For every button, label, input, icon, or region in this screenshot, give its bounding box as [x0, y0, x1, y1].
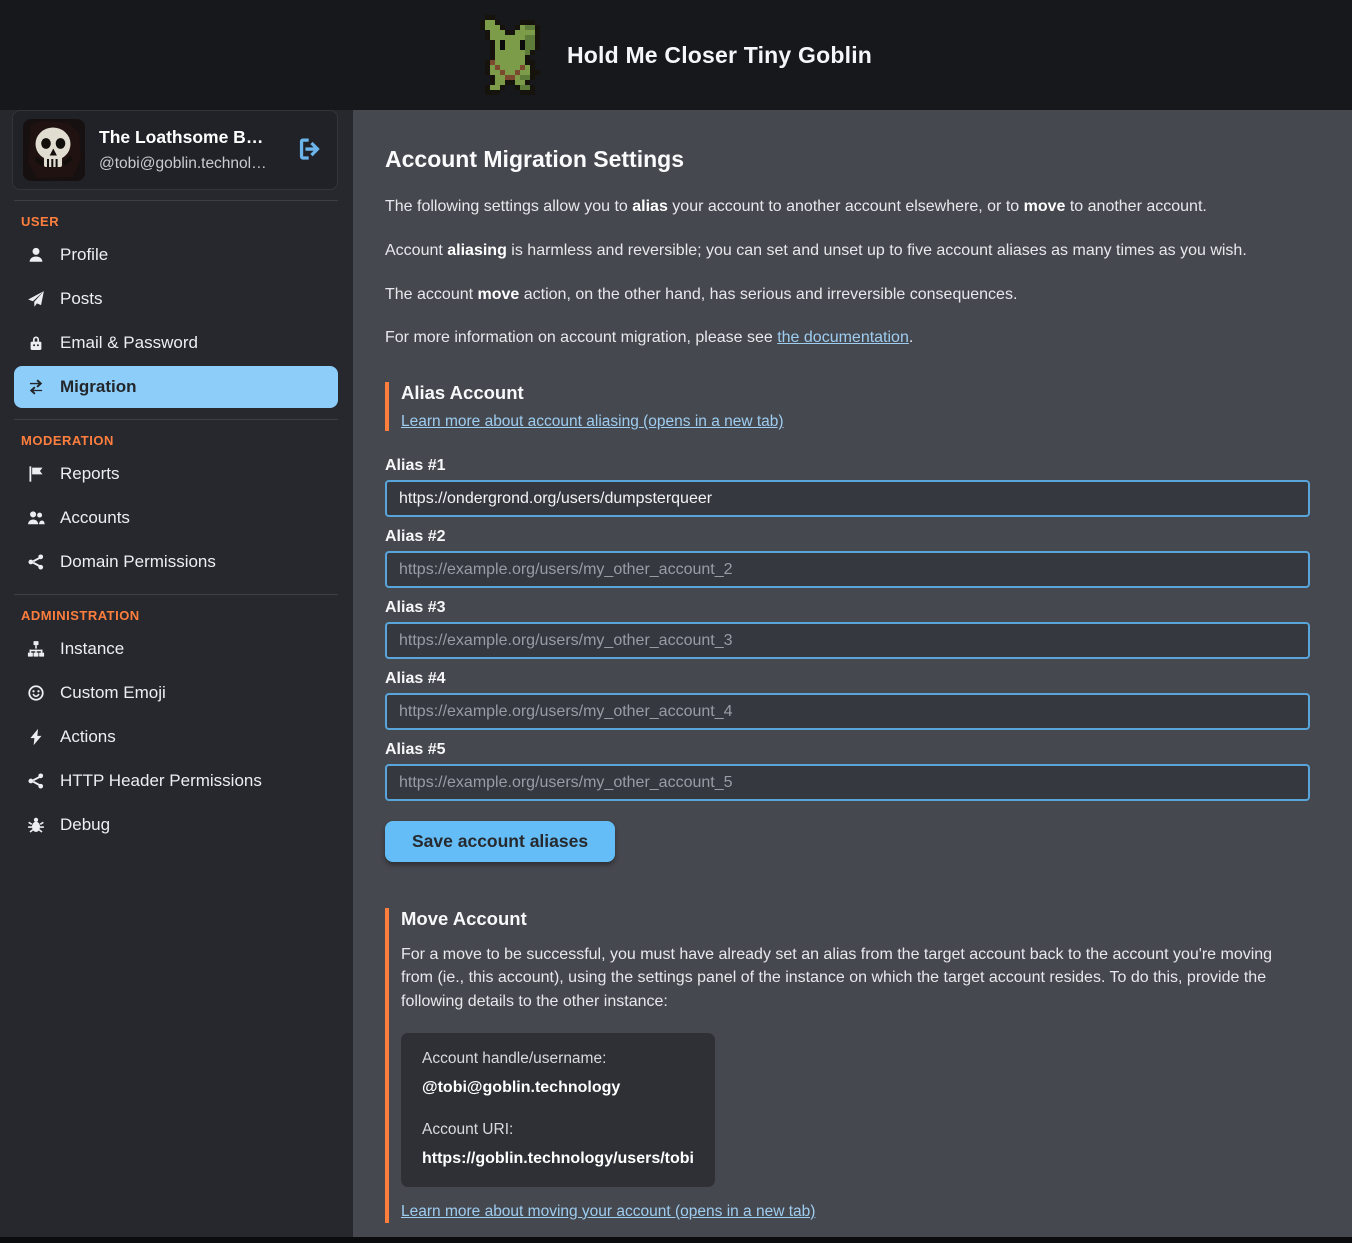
alias-field: Alias #2: [385, 528, 1310, 588]
sidebar-item-domain-permissions[interactable]: Domain Permissions: [14, 541, 338, 583]
logout-button[interactable]: [293, 136, 327, 165]
bug-icon: [26, 816, 45, 834]
user-meta: The Loathsome B… @tobi@goblin.technol…: [99, 127, 279, 173]
save-aliases-button[interactable]: Save account aliases: [385, 821, 615, 862]
sidebar-section-user: USER Profile Posts Email & Password Migratio…: [14, 200, 338, 419]
account-uri-value: https://goblin.technology/users/tobi: [422, 1150, 694, 1168]
main-panel: Account Migration Settings The following…: [353, 110, 1352, 1243]
sidebar-item-instance[interactable]: Instance: [14, 628, 338, 670]
sign-out-icon: [297, 136, 323, 165]
avatar: [23, 119, 85, 181]
sidebar-section-label: MODERATION: [21, 433, 338, 448]
bolt-icon: [26, 728, 45, 746]
account-uri-label: Account URI:: [422, 1121, 694, 1139]
intro-paragraph-2: Account aliasing is harmless and reversi…: [385, 241, 1310, 262]
documentation-link[interactable]: the documentation: [777, 329, 909, 346]
sidebar-item-reports[interactable]: Reports: [14, 453, 338, 495]
sidebar-item-http-header-permissions[interactable]: HTTP Header Permissions: [14, 760, 338, 802]
paper-plane-icon: [26, 290, 45, 308]
sidebar-item-label: Email & Password: [60, 333, 198, 353]
sidebar-section-label: ADMINISTRATION: [21, 608, 338, 623]
header: Hold Me Closer Tiny Goblin: [0, 0, 1352, 110]
goblin-logo-icon: [480, 15, 550, 95]
intro-paragraph-3: The account move action, on the other ha…: [385, 285, 1310, 306]
sidebar-item-email-password[interactable]: Email & Password: [14, 322, 338, 364]
alias-field-label: Alias #3: [385, 599, 1310, 617]
sidebar-item-label: Instance: [60, 639, 124, 659]
sidebar-item-actions[interactable]: Actions: [14, 716, 338, 758]
sidebar-item-label: Reports: [60, 464, 120, 484]
sidebar: The Loathsome B… @tobi@goblin.technol… U…: [0, 110, 353, 1243]
sidebar-item-label: Migration: [60, 377, 137, 397]
page-title: Account Migration Settings: [385, 146, 1310, 173]
sidebar-item-label: Accounts: [60, 508, 130, 528]
alias-field: Alias #3: [385, 599, 1310, 659]
alias-input[interactable]: [385, 622, 1310, 659]
instance-title: Hold Me Closer Tiny Goblin: [567, 42, 872, 69]
alias-docs-link[interactable]: Learn more about account aliasing (opens…: [401, 413, 784, 430]
transfer-icon: [26, 378, 45, 396]
alias-input[interactable]: [385, 764, 1310, 801]
alias-input[interactable]: [385, 480, 1310, 517]
sidebar-item-custom-emoji[interactable]: Custom Emoji: [14, 672, 338, 714]
alias-section: Alias Account Learn more about account a…: [385, 382, 1310, 862]
sidebar-item-debug[interactable]: Debug: [14, 804, 338, 846]
alias-field-label: Alias #1: [385, 457, 1310, 475]
flag-icon: [26, 465, 45, 483]
sidebar-section-label: USER: [21, 214, 338, 229]
alias-section-header: Alias Account Learn more about account a…: [385, 382, 1310, 431]
sidebar-nav: USER Profile Posts Email & Password Migratio…: [0, 200, 353, 857]
alias-field-label: Alias #2: [385, 528, 1310, 546]
intro-paragraph-1: The following settings allow you to alia…: [385, 197, 1310, 218]
account-handle-value: @tobi@goblin.technology: [422, 1079, 694, 1097]
viewport-bottom-edge: [0, 1237, 1352, 1243]
alias-input[interactable]: [385, 551, 1310, 588]
sidebar-item-accounts[interactable]: Accounts: [14, 497, 338, 539]
share-nodes-icon: [26, 772, 45, 790]
share-nodes-icon: [26, 553, 45, 571]
user-icon: [26, 246, 45, 264]
sidebar-item-label: Domain Permissions: [60, 552, 216, 572]
alias-field: Alias #1: [385, 457, 1310, 517]
smiley-icon: [26, 684, 45, 702]
sidebar-section-moderation: MODERATION Reports Accounts Domain Permissi…: [14, 419, 338, 594]
sidebar-item-label: Posts: [60, 289, 103, 309]
sidebar-item-label: Debug: [60, 815, 110, 835]
sidebar-item-label: Custom Emoji: [60, 683, 166, 703]
lock-icon: [26, 334, 45, 352]
display-name: The Loathsome B…: [99, 127, 279, 148]
sidebar-item-label: Actions: [60, 727, 116, 747]
account-handle-label: Account handle/username:: [422, 1050, 694, 1068]
move-details-box: Account handle/username: @tobi@goblin.te…: [401, 1033, 715, 1187]
instance-home-link[interactable]: Hold Me Closer Tiny Goblin: [480, 15, 872, 95]
sitemap-icon: [26, 640, 45, 658]
sidebar-item-migration[interactable]: Migration: [14, 366, 338, 408]
users-icon: [26, 509, 45, 527]
intro-paragraph-4: For more information on account migratio…: [385, 328, 1310, 349]
alias-field: Alias #5: [385, 741, 1310, 801]
alias-form: Alias #1 Alias #2 Alias #3 Alias #4 Alia…: [385, 457, 1310, 801]
move-description: For a move to be successful, you must ha…: [401, 943, 1286, 1013]
sidebar-section-administration: ADMINISTRATION Instance Custom Emoji Action…: [14, 594, 338, 857]
alias-input[interactable]: [385, 693, 1310, 730]
move-section-title: Move Account: [401, 908, 1310, 930]
sidebar-item-posts[interactable]: Posts: [14, 278, 338, 320]
move-docs-link[interactable]: Learn more about moving your account (op…: [401, 1203, 815, 1220]
user-card[interactable]: The Loathsome B… @tobi@goblin.technol…: [12, 110, 338, 190]
app-root: Hold Me Closer Tiny Goblin: [0, 0, 1352, 1243]
alias-field-label: Alias #4: [385, 670, 1310, 688]
sidebar-item-label: Profile: [60, 245, 108, 265]
alias-section-title: Alias Account: [401, 382, 1310, 404]
alias-field: Alias #4: [385, 670, 1310, 730]
move-section: Move Account For a move to be successful…: [385, 908, 1310, 1223]
user-handle: @tobi@goblin.technol…: [99, 155, 279, 173]
alias-field-label: Alias #5: [385, 741, 1310, 759]
sidebar-item-label: HTTP Header Permissions: [60, 771, 262, 791]
sidebar-item-profile[interactable]: Profile: [14, 234, 338, 276]
